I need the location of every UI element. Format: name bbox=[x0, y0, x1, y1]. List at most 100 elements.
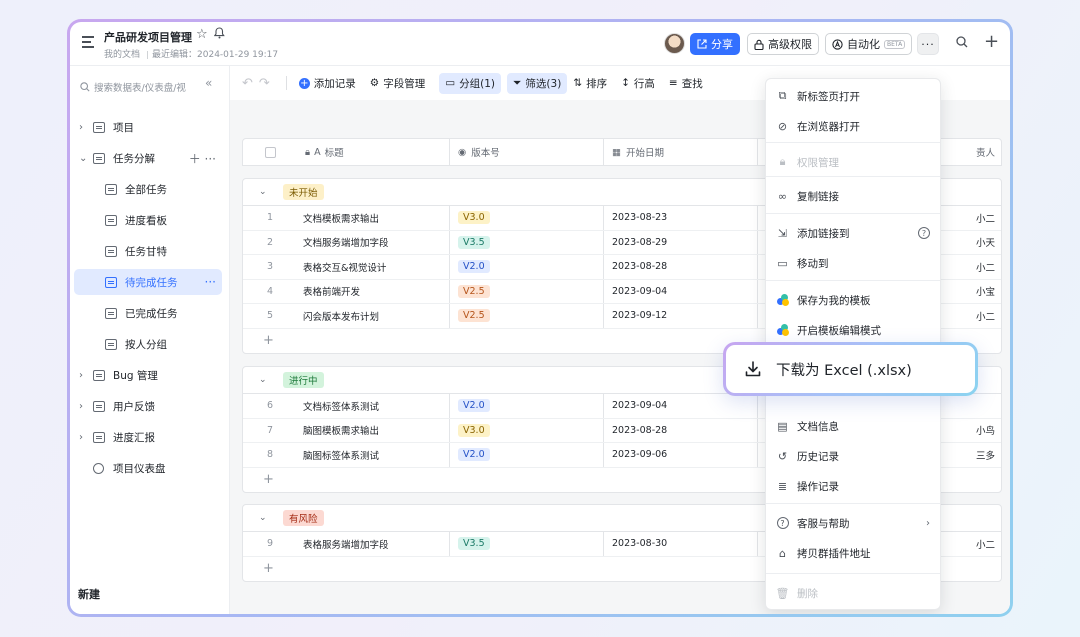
row-index: 2 bbox=[266, 236, 274, 248]
cell-title[interactable]: 脑图模板需求输出 bbox=[297, 423, 449, 437]
cell-version[interactable]: V2.0 bbox=[449, 255, 603, 279]
group-button[interactable]: ▭ 分组(1) bbox=[439, 72, 502, 94]
cell-start-date[interactable]: 2023-08-23 bbox=[603, 206, 757, 230]
column-title[interactable]: 🔒︎ A 标题 bbox=[297, 145, 449, 160]
column-version[interactable]: ◉ 版本号 bbox=[449, 139, 603, 165]
search-icon[interactable] bbox=[956, 36, 968, 52]
share-button[interactable]: 分享 bbox=[690, 33, 740, 55]
download-excel-item[interactable]: 下载为 Excel (.xlsx) bbox=[726, 345, 975, 393]
cell-start-date[interactable]: 2023-09-04 bbox=[603, 279, 757, 303]
table-icon bbox=[93, 369, 105, 381]
notification-icon[interactable] bbox=[213, 27, 225, 42]
cell-title[interactable]: 闪会版本发布计划 bbox=[297, 309, 449, 323]
info-doc-icon: ▤ bbox=[777, 419, 788, 433]
sort-label: 排序 bbox=[586, 77, 608, 90]
cell-title[interactable]: 表格前端开发 bbox=[297, 284, 449, 298]
cell-version[interactable]: V3.0 bbox=[449, 206, 603, 230]
sidebar-item-report[interactable]: › 进度汇报 bbox=[74, 424, 222, 450]
cell-start-date[interactable]: 2023-08-28 bbox=[603, 255, 757, 279]
more-icon[interactable]: ··· bbox=[205, 275, 216, 289]
cell-start-date[interactable]: 2023-09-04 bbox=[603, 394, 757, 418]
chevron-down-icon[interactable]: ⌄ bbox=[259, 375, 283, 385]
sidebar-item-pending-tasks[interactable]: 待完成任务 ··· bbox=[74, 269, 222, 295]
sidebar-search-placeholder: 搜索数据表/仪表盘/视 bbox=[94, 83, 186, 94]
sidebar-item-tools[interactable]: ＋ ··· bbox=[189, 150, 216, 167]
sidebar-item-done-tasks[interactable]: 已完成任务 bbox=[74, 300, 222, 326]
chevron-down-icon[interactable]: ⌄ bbox=[259, 187, 283, 197]
more-button[interactable]: ··· bbox=[917, 33, 939, 55]
chevron-down-icon[interactable]: ⌄ bbox=[259, 513, 283, 523]
cell-version[interactable]: V2.0 bbox=[449, 443, 603, 467]
cell-title[interactable]: 脑图标签体系测试 bbox=[297, 448, 449, 462]
menu-item-new-tab[interactable]: ⧉ 新标签页打开 bbox=[766, 83, 940, 109]
cell-version[interactable]: V3.5 bbox=[449, 230, 603, 254]
chevron-right-icon[interactable]: › bbox=[79, 370, 93, 381]
sidebar-item-gantt[interactable]: 任务甘特 bbox=[74, 238, 222, 264]
menu-item-plugin[interactable]: ⌂ 拷贝群插件地址 bbox=[766, 540, 940, 566]
collapse-sidebar-icon[interactable]: « bbox=[205, 76, 212, 90]
doc-title[interactable]: 产品研发项目管理 bbox=[104, 29, 192, 45]
star-icon[interactable]: ☆ bbox=[196, 27, 208, 42]
sidebar-item-feedback[interactable]: › 用户反馈 bbox=[74, 393, 222, 419]
sidebar-item-all-tasks[interactable]: 全部任务 bbox=[74, 176, 222, 202]
filter-button[interactable]: ⏷ 筛选(3) bbox=[507, 72, 568, 94]
cell-start-date[interactable]: 2023-08-28 bbox=[603, 418, 757, 442]
sidebar-item-bug[interactable]: › Bug 管理 bbox=[74, 362, 222, 388]
cell-title[interactable]: 文档标签体系测试 bbox=[297, 399, 449, 413]
menu-item-template[interactable]: 保存为我的模板 bbox=[766, 287, 940, 313]
avatar[interactable] bbox=[664, 33, 685, 54]
plus-icon[interactable]: + bbox=[984, 31, 999, 52]
menu-item-folder-move[interactable]: ▭ 移动到 bbox=[766, 250, 940, 276]
chevron-right-icon[interactable]: › bbox=[79, 432, 93, 443]
cell-version[interactable]: V3.0 bbox=[449, 418, 603, 442]
version-tag: V3.0 bbox=[458, 423, 490, 437]
cell-start-date[interactable]: 2023-09-12 bbox=[603, 304, 757, 328]
automation-button[interactable]: 自动化 BETA bbox=[825, 33, 913, 55]
sidebar-item-project[interactable]: › 项目 bbox=[74, 114, 222, 140]
menu-item-history[interactable]: ↺ 历史记录 bbox=[766, 443, 940, 469]
cell-start-date[interactable]: 2023-09-06 bbox=[603, 443, 757, 467]
doc-location[interactable]: 我的文档 bbox=[104, 50, 140, 60]
row-height-button[interactable]: ↕ 行高 bbox=[621, 76, 655, 91]
cell-start-date[interactable]: 2023-08-30 bbox=[603, 532, 757, 556]
download-excel-callout[interactable]: 下载为 Excel (.xlsx) bbox=[723, 342, 978, 396]
menu-item-info-doc[interactable]: ▤ 文档信息 bbox=[766, 413, 940, 439]
menu-divider bbox=[766, 280, 940, 281]
sidebar-toggle-icon[interactable] bbox=[82, 36, 96, 48]
cell-version[interactable]: V2.5 bbox=[449, 279, 603, 303]
cell-title[interactable]: 表格交互&视觉设计 bbox=[297, 260, 449, 274]
select-all-checkbox[interactable] bbox=[264, 146, 276, 158]
link-icon: ∞ bbox=[777, 189, 788, 203]
menu-item-compass[interactable]: ⊘ 在浏览器打开 bbox=[766, 113, 940, 139]
sort-button[interactable]: ⇅ 排序 bbox=[573, 76, 607, 91]
column-start-date[interactable]: ▦ 开始日期 bbox=[603, 139, 757, 165]
cell-version[interactable]: V2.5 bbox=[449, 304, 603, 328]
menu-item-template-edit[interactable]: 开启模板编辑模式 bbox=[766, 317, 940, 343]
chevron-right-icon[interactable]: › bbox=[79, 122, 93, 133]
cell-version[interactable]: V2.0 bbox=[449, 394, 603, 418]
cell-start-date[interactable]: 2023-08-29 bbox=[603, 230, 757, 254]
chevron-down-icon[interactable]: ⌄ bbox=[79, 153, 93, 164]
sidebar-search[interactable]: 搜索数据表/仪表盘/视 bbox=[80, 78, 204, 96]
chevron-right-icon[interactable]: › bbox=[79, 401, 93, 412]
advanced-permission-button[interactable]: 高级权限 bbox=[747, 33, 819, 55]
info-icon[interactable]: ? bbox=[918, 227, 930, 239]
add-record-button[interactable]: + 添加记录 bbox=[298, 76, 356, 91]
sidebar-new-label[interactable]: 新建 bbox=[78, 586, 100, 602]
cell-version[interactable]: V3.5 bbox=[449, 532, 603, 556]
sidebar-item-task-breakdown[interactable]: ⌄ 任务分解 ＋ ··· bbox=[74, 145, 222, 171]
sidebar-item-kanban[interactable]: 进度看板 bbox=[74, 207, 222, 233]
find-button[interactable]: ≡ 查找 bbox=[669, 76, 703, 91]
undo-redo-icon[interactable]: ↶↷ bbox=[242, 76, 276, 91]
sidebar-item-by-person[interactable]: 按人分组 bbox=[74, 331, 222, 357]
cell-title[interactable]: 文档模板需求输出 bbox=[297, 211, 449, 225]
cell-title[interactable]: 表格服务端增加字段 bbox=[297, 537, 449, 551]
menu-item-link[interactable]: ∞ 复制链接 bbox=[766, 183, 940, 209]
menu-item-operation-log[interactable]: ≣ 操作记录 bbox=[766, 473, 940, 499]
cell-title[interactable]: 文档服务端增加字段 bbox=[297, 235, 449, 249]
menu-item-help[interactable]: ? 客服与帮助 › bbox=[766, 510, 940, 536]
menu-item-label: 拷贝群插件地址 bbox=[797, 547, 871, 560]
sidebar-item-dashboard[interactable]: 项目仪表盘 bbox=[74, 455, 222, 481]
field-management-button[interactable]: ⚙ 字段管理 bbox=[370, 76, 425, 91]
menu-item-add-link[interactable]: ⇲ 添加链接到? bbox=[766, 220, 940, 246]
